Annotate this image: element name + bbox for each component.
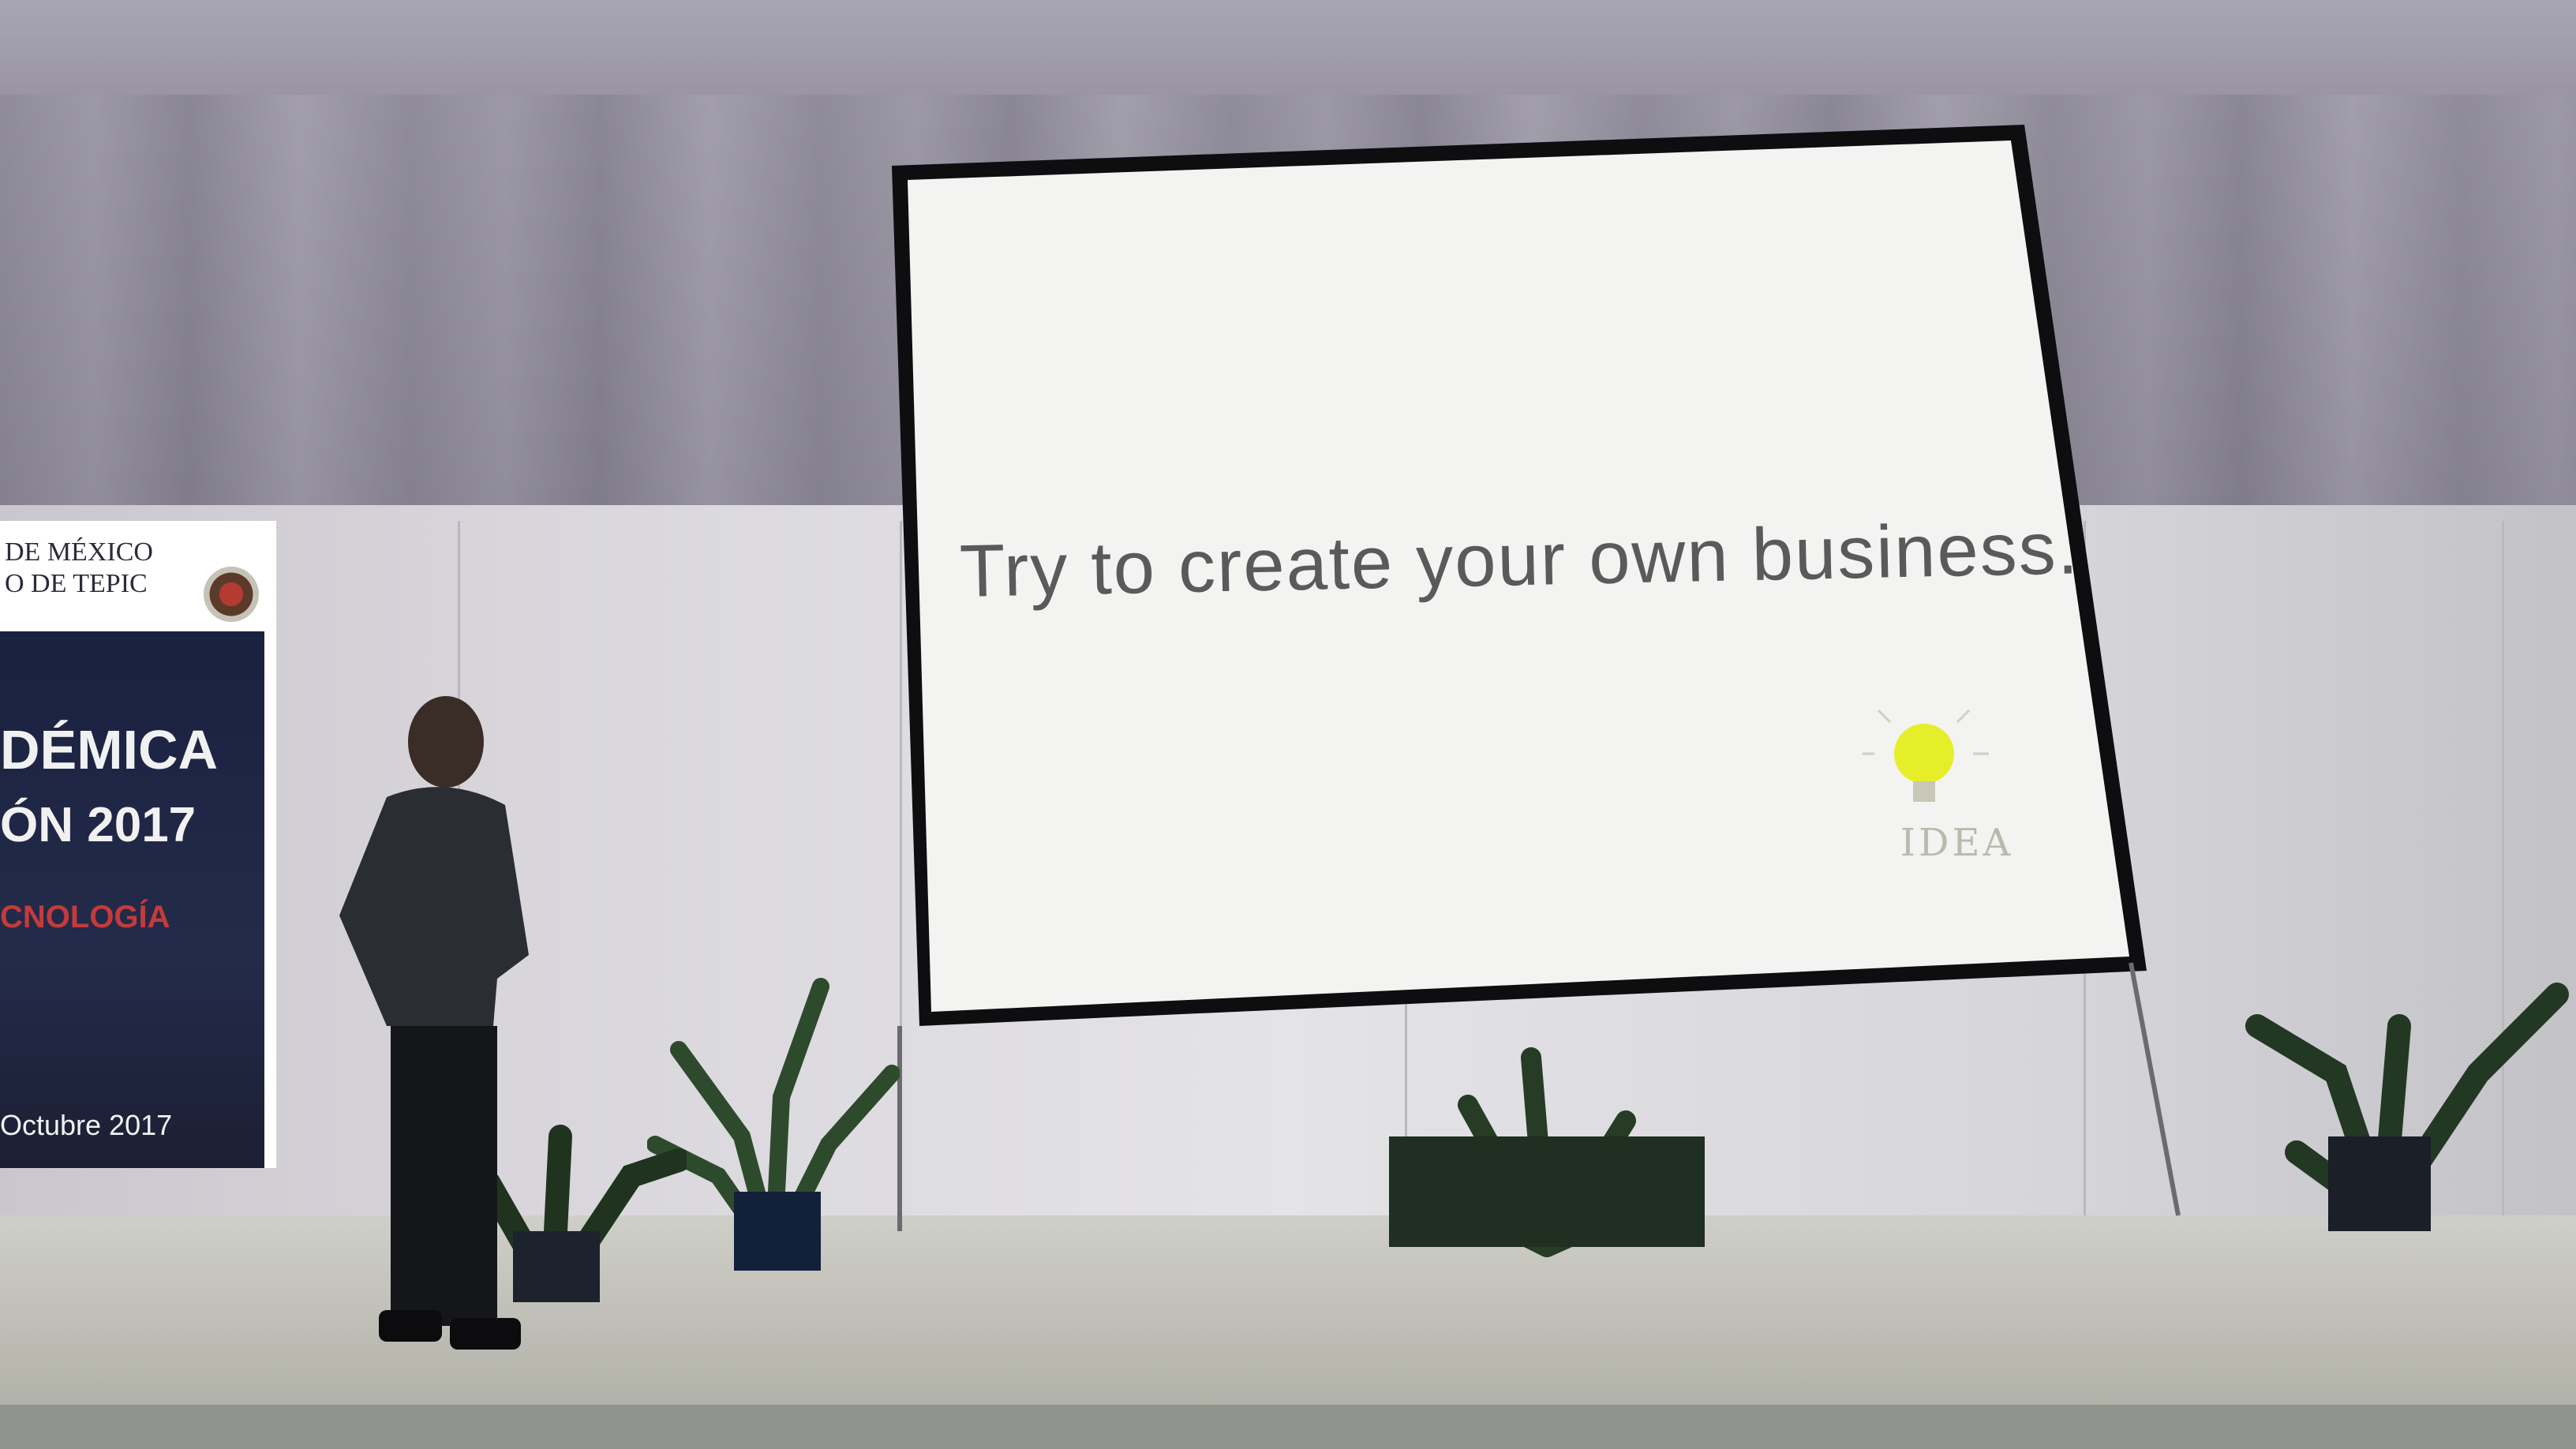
stage-scene: DE MÉXICO O DE TEPIC DÉMICA ÓN 2017 CNOL…	[0, 0, 2576, 1449]
screen-stand-right	[2129, 962, 2181, 1216]
potted-plant	[1389, 1047, 1705, 1257]
slide-logo-caption: IDEA	[1900, 821, 2014, 865]
speaker-person	[339, 696, 529, 1350]
potted-plant	[2245, 983, 2569, 1231]
